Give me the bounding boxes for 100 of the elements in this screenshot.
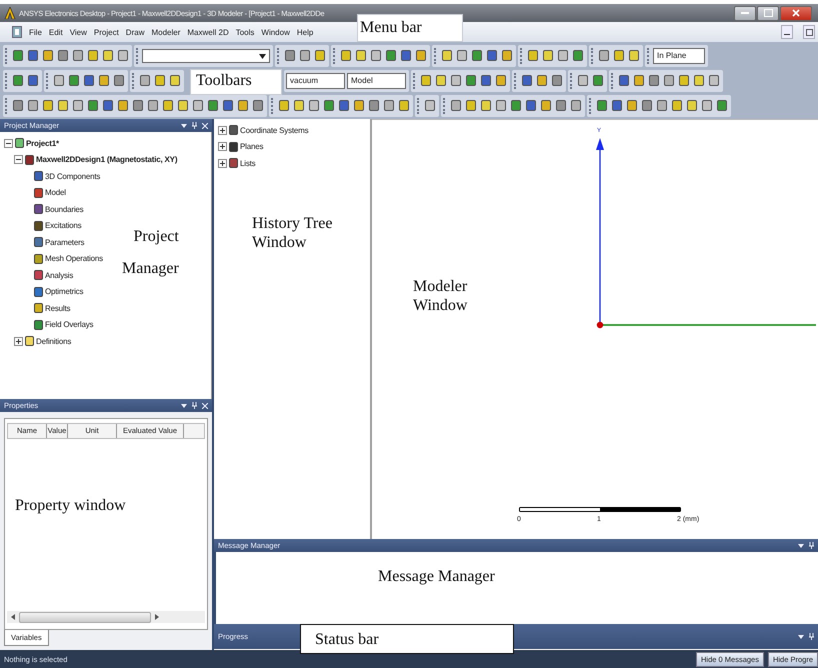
toolbar-button[interactable] bbox=[292, 98, 305, 113]
toolbar-button[interactable] bbox=[322, 98, 335, 113]
toolbar-button[interactable] bbox=[97, 73, 110, 88]
pin-icon[interactable] bbox=[192, 402, 197, 409]
toolbar-button[interactable] bbox=[597, 48, 610, 63]
horizontal-scrollbar[interactable] bbox=[7, 611, 205, 623]
toolbar-button[interactable] bbox=[52, 73, 65, 88]
expand-toggle[interactable] bbox=[218, 158, 227, 168]
menu-item[interactable]: Project bbox=[94, 28, 119, 36]
tree-item[interactable]: Parameters bbox=[45, 238, 84, 247]
toolbar-button[interactable] bbox=[367, 98, 380, 113]
tree-item[interactable]: 3D Components bbox=[45, 172, 100, 181]
toolbar-button[interactable] bbox=[494, 98, 507, 113]
toolbar-button[interactable] bbox=[71, 98, 84, 113]
menu-item[interactable]: Maxwell 2D bbox=[187, 28, 229, 36]
toolbar-button[interactable] bbox=[11, 73, 24, 88]
tree-item[interactable]: Results bbox=[45, 304, 70, 313]
toolbar-button[interactable] bbox=[479, 73, 492, 88]
toolbar-button[interactable] bbox=[82, 73, 95, 88]
toolbar-button[interactable] bbox=[692, 73, 705, 88]
tree-item[interactable]: Analysis bbox=[45, 270, 74, 280]
toolbar-button[interactable] bbox=[112, 73, 125, 88]
toolbar-button[interactable] bbox=[627, 48, 640, 63]
toolbar-button[interactable] bbox=[71, 48, 84, 63]
expand-toggle[interactable] bbox=[14, 155, 23, 164]
tree-item[interactable]: Coordinate Systems bbox=[240, 126, 308, 135]
scroll-right-icon[interactable] bbox=[155, 614, 159, 620]
toolbar-button[interactable] bbox=[556, 48, 569, 63]
toolbar-button[interactable] bbox=[524, 98, 537, 113]
dropdown-arrow-icon[interactable] bbox=[181, 404, 187, 408]
expand-toggle[interactable] bbox=[218, 126, 227, 135]
toolbar-button[interactable] bbox=[520, 73, 533, 88]
toolbar-button[interactable] bbox=[595, 98, 608, 113]
toolbar-button[interactable] bbox=[168, 73, 181, 88]
toolbar-button[interactable] bbox=[541, 48, 554, 63]
tree-item[interactable]: Project1* bbox=[26, 138, 59, 148]
toolbar-button[interactable] bbox=[455, 48, 468, 63]
dropdown-arrow-icon[interactable] bbox=[798, 544, 804, 548]
toolbar-button[interactable] bbox=[419, 73, 432, 88]
toolbar-button[interactable] bbox=[116, 98, 129, 113]
toolbar-button[interactable] bbox=[56, 48, 69, 63]
pin-icon[interactable] bbox=[809, 542, 814, 549]
toolbar-button[interactable] bbox=[414, 48, 427, 63]
minimize-button[interactable] bbox=[734, 6, 756, 20]
toolbar-button[interactable] bbox=[685, 98, 698, 113]
toolbar-button[interactable] bbox=[612, 48, 625, 63]
maximize-button[interactable] bbox=[757, 6, 779, 20]
toolbar-button[interactable] bbox=[384, 48, 397, 63]
menu-item[interactable]: Draw bbox=[126, 28, 144, 36]
toolbar-button[interactable] bbox=[715, 98, 728, 113]
toolbar-button[interactable] bbox=[283, 48, 296, 63]
tree-item[interactable]: Lists bbox=[240, 158, 256, 168]
tree-item[interactable]: Optimetrics bbox=[45, 287, 84, 296]
toolbar-button[interactable] bbox=[131, 98, 144, 113]
toolbar-button[interactable] bbox=[399, 48, 412, 63]
restore-button[interactable] bbox=[803, 25, 815, 39]
toolbar-button[interactable] bbox=[67, 73, 80, 88]
toolbar-button[interactable] bbox=[554, 98, 567, 113]
toolbar-button[interactable] bbox=[41, 48, 54, 63]
toolbar-button[interactable] bbox=[655, 98, 668, 113]
toolbar-button[interactable] bbox=[352, 98, 365, 113]
toolbar-button[interactable] bbox=[625, 98, 638, 113]
toolbar-button[interactable] bbox=[116, 48, 129, 63]
toolbar-button[interactable] bbox=[86, 98, 99, 113]
toolbar-button[interactable] bbox=[700, 98, 713, 113]
plane-dropdown[interactable]: In Plane bbox=[653, 48, 706, 64]
toolbar-button[interactable] bbox=[307, 98, 320, 113]
toolbar-button[interactable] bbox=[337, 98, 350, 113]
toolbar-button[interactable] bbox=[354, 48, 367, 63]
menu-item[interactable]: View bbox=[70, 28, 87, 36]
toolbar-button[interactable] bbox=[550, 73, 563, 88]
toolbar-button[interactable] bbox=[707, 73, 720, 88]
menu-item[interactable]: Edit bbox=[48, 28, 63, 36]
model-dropdown[interactable]: Model bbox=[347, 72, 406, 88]
toolbar-button[interactable] bbox=[464, 73, 477, 88]
toolbar-button[interactable] bbox=[617, 73, 630, 88]
expand-toggle[interactable] bbox=[14, 336, 23, 346]
toolbar-button[interactable] bbox=[591, 73, 604, 88]
toolbar-button[interactable] bbox=[11, 48, 24, 63]
menu-item[interactable]: Help bbox=[296, 28, 314, 36]
toolbar-button[interactable] bbox=[464, 98, 477, 113]
toolbar-button[interactable] bbox=[101, 48, 114, 63]
tree-item[interactable]: Field Overlays bbox=[45, 320, 94, 330]
tree-item[interactable]: Excitations bbox=[45, 221, 82, 230]
toolbar-button[interactable] bbox=[479, 98, 492, 113]
menu-item[interactable]: Window bbox=[261, 28, 290, 36]
toolbar-button[interactable] bbox=[509, 98, 522, 113]
material-dropdown[interactable]: vacuum bbox=[286, 72, 345, 88]
tree-item[interactable]: Planes bbox=[240, 142, 264, 152]
toolbar-button[interactable] bbox=[485, 48, 498, 63]
toolbar-button[interactable] bbox=[153, 73, 166, 88]
tree-item[interactable]: Boundaries bbox=[45, 204, 84, 214]
toolbar-button[interactable] bbox=[339, 48, 352, 63]
toolbar-button[interactable] bbox=[397, 98, 410, 113]
toolbar-button[interactable] bbox=[440, 48, 453, 63]
toolbar-button[interactable] bbox=[41, 98, 54, 113]
menu-item[interactable]: Tools bbox=[236, 28, 254, 36]
tree-item[interactable]: Definitions bbox=[36, 336, 72, 346]
expand-toggle[interactable] bbox=[218, 142, 227, 152]
toolbar-button[interactable] bbox=[86, 48, 99, 63]
